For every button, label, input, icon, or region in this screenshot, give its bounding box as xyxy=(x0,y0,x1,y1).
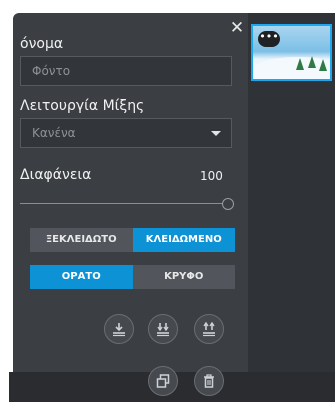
align-center-button[interactable] xyxy=(148,314,178,344)
align-top-button[interactable] xyxy=(194,314,224,344)
name-label: όνομα xyxy=(20,36,64,52)
visibility-toggle: ΟΡΑΤΟ ΚΡΥΦΟ xyxy=(30,265,235,289)
blend-mode-value: Κανένα xyxy=(32,126,76,140)
tree-shape xyxy=(296,58,304,70)
trash-icon xyxy=(204,374,214,388)
top-strip xyxy=(0,0,335,13)
align-bottom-button[interactable] xyxy=(104,314,134,344)
align-top-icon xyxy=(203,321,215,337)
tree-shape xyxy=(308,56,316,68)
close-icon[interactable]: ✕ xyxy=(229,20,245,37)
align-center-icon xyxy=(157,323,169,337)
opacity-slider-track[interactable] xyxy=(20,203,223,204)
opacity-label: Διαφάνεια xyxy=(20,167,92,183)
opacity-value: 100 xyxy=(200,169,223,183)
blend-mode-label: Λειτουργία Μίξης xyxy=(20,98,145,114)
blend-mode-select[interactable]: Κανένα xyxy=(20,118,232,148)
locked-button[interactable]: ΚΛΕΙΔΩΜΕΝΟ xyxy=(132,228,235,252)
duplicate-button[interactable] xyxy=(148,366,178,396)
layer-thumbnail[interactable]: ••• xyxy=(251,24,332,81)
tree-shape xyxy=(319,59,327,71)
name-placeholder: Φόντο xyxy=(32,64,71,78)
hidden-button[interactable]: ΚΡΥΦΟ xyxy=(132,265,235,289)
chevron-down-icon xyxy=(211,131,221,136)
name-input[interactable]: Φόντο xyxy=(20,56,232,86)
unlocked-button[interactable]: ΞΕΚΛΕΙΔΩΤΟ xyxy=(30,228,133,252)
align-bottom-icon xyxy=(113,323,125,337)
delete-button[interactable] xyxy=(194,366,224,396)
lock-toggle: ΞΕΚΛΕΙΔΩΤΟ ΚΛΕΙΔΩΜΕΝΟ xyxy=(30,228,235,252)
visible-button[interactable]: ΟΡΑΤΟ xyxy=(30,265,133,289)
opacity-slider-handle[interactable] xyxy=(222,198,234,210)
layer-options-button[interactable]: ••• xyxy=(258,31,280,47)
duplicate-icon xyxy=(156,374,170,388)
canvas-edge xyxy=(0,0,9,402)
